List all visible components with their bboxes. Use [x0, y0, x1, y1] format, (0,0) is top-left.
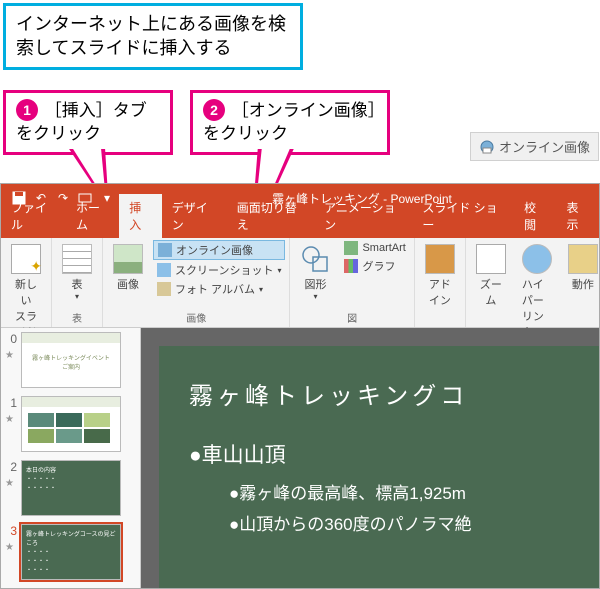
photo-album-label: フォト アルバム	[175, 281, 255, 297]
tab-slideshow[interactable]: スライド ショー	[412, 194, 514, 238]
globe-image-icon	[479, 139, 495, 155]
powerpoint-window: ↶ ↷ ▾ 霧ヶ峰トレッキング - PowerPoint ファイル ホーム 挿入…	[0, 183, 600, 589]
slide-title[interactable]: 霧ヶ峰トレッキングコ	[189, 376, 599, 411]
tab-transitions[interactable]: 画面切り替え	[227, 194, 314, 238]
pictures-icon	[113, 244, 143, 274]
thumbnail-row-2[interactable]: 2 ★ 本日の内容・・・・・・・・・・	[5, 460, 136, 516]
callout-2: 2 ［オンライン画像］をクリック	[190, 90, 390, 155]
tab-review[interactable]: 校閲	[514, 194, 556, 238]
tab-design[interactable]: デザイン	[162, 194, 227, 238]
screenshot-label: スクリーンショット	[175, 262, 273, 278]
smartart-button[interactable]: SmartArt	[340, 240, 409, 256]
smartart-icon	[344, 241, 358, 255]
tab-animations[interactable]: アニメーション	[314, 194, 412, 238]
chart-icon	[344, 259, 358, 273]
group-label-images: 画像	[107, 308, 285, 327]
new-slide-icon: ✦	[11, 244, 41, 274]
action-icon	[568, 244, 598, 274]
callout-1: 1 ［挿入］タブをクリック	[3, 90, 173, 155]
online-pictures-button[interactable]: オンライン画像	[153, 240, 285, 260]
zoom-button[interactable]: ズー ム	[470, 240, 512, 312]
thumb-anim-icon-3: ★	[5, 542, 17, 553]
callout-2-text: ［オンライン画像］をクリック	[203, 101, 376, 143]
group-label-illustrations: 図	[294, 308, 409, 327]
thumb-index-3: 3	[5, 524, 17, 538]
online-pictures-label: オンライン画像	[176, 242, 253, 258]
online-image-hint-label: オンライン画像	[499, 137, 590, 156]
shapes-button[interactable]: 図形 ▾	[294, 240, 336, 305]
ribbon: ✦ 新しい スライド スライド 表 ▾ 表 画像	[1, 238, 599, 328]
thumb-anim-icon-2: ★	[5, 478, 17, 489]
table-button[interactable]: 表 ▾	[56, 240, 98, 305]
ribbon-group-illustrations: 図形 ▾ SmartArt グラフ 図	[290, 238, 414, 327]
table-label: 表	[72, 276, 83, 292]
editor-area: 0 ★ 霧ヶ峰トレッキングイベントご案内 1 ★	[1, 328, 599, 588]
ribbon-tabs: ファイル ホーム 挿入 デザイン 画面切り替え アニメーション スライド ショー…	[1, 212, 599, 238]
thumb-index-1: 1	[5, 396, 17, 410]
slide-current[interactable]: 霧ヶ峰トレッキングコ ●車山山頂 ●霧ヶ峰の最高峰、標高1,925m ●山頂から…	[159, 346, 599, 588]
screenshot-icon	[157, 263, 171, 277]
addins-label: アド イン	[429, 276, 451, 308]
hyperlink-icon	[522, 244, 552, 274]
smartart-label: SmartArt	[362, 242, 405, 254]
action-label: 動作	[572, 276, 594, 292]
screenshot-button[interactable]: スクリーンショット ▾	[153, 261, 285, 279]
instruction-tip: インターネット上にある画像を検索してスライドに挿入する	[3, 3, 303, 70]
thumb-index-2: 2	[5, 460, 17, 474]
table-icon	[62, 244, 92, 274]
thumbnail-row-0[interactable]: 0 ★ 霧ヶ峰トレッキングイベントご案内	[5, 332, 136, 388]
tab-home[interactable]: ホーム	[66, 194, 119, 238]
thumb-anim-icon-1: ★	[5, 414, 17, 425]
slide-canvas-area[interactable]: 霧ヶ峰トレッキングコ ●車山山頂 ●霧ヶ峰の最高峰、標高1,925m ●山頂から…	[141, 328, 599, 588]
addins-button[interactable]: アド イン	[419, 240, 461, 312]
thumbnail-row-3[interactable]: 3 ★ 霧ヶ峰トレッキングコースの見どころ・・・・・・・・・・・・	[5, 524, 136, 580]
shapes-label: 図形	[304, 276, 326, 292]
online-image-hint-button: オンライン画像	[470, 132, 599, 161]
action-button[interactable]: 動作	[562, 240, 600, 296]
ribbon-group-images: 画像 オンライン画像 スクリーンショット ▾ フォト アルバム	[103, 238, 290, 327]
thumbnail-3[interactable]: 霧ヶ峰トレッキングコースの見どころ・・・・・・・・・・・・	[21, 524, 121, 580]
group-label-addins	[419, 312, 461, 327]
zoom-label: ズー ム	[480, 276, 502, 308]
tab-insert[interactable]: 挿入	[119, 194, 161, 238]
thumb-index-0: 0	[5, 332, 17, 346]
callout-1-number: 1	[16, 99, 38, 121]
instruction-tip-text: インターネット上にある画像を検索してスライドに挿入する	[16, 14, 286, 58]
slide-bullet-1[interactable]: ●車山山頂	[189, 439, 599, 469]
table-dropdown-icon: ▾	[75, 292, 79, 301]
zoom-icon	[476, 244, 506, 274]
chart-button[interactable]: グラフ	[340, 257, 409, 275]
slide-bullet-2a[interactable]: ●霧ヶ峰の最高峰、標高1,925m	[229, 479, 599, 504]
pictures-label: 画像	[117, 276, 139, 292]
ribbon-group-links: ズー ム ハイパーリンク 動作 リンク	[466, 238, 600, 327]
addins-icon	[425, 244, 455, 274]
photo-album-button[interactable]: フォト アルバム ▾	[153, 280, 285, 298]
tab-file[interactable]: ファイル	[1, 194, 66, 238]
slide-bullet-2b[interactable]: ●山頂からの360度のパノラマ絶	[229, 510, 599, 535]
photo-album-dropdown-icon: ▾	[259, 285, 263, 294]
chart-label: グラフ	[362, 258, 395, 274]
photo-album-icon	[157, 282, 171, 296]
ribbon-group-slides: ✦ 新しい スライド スライド	[1, 238, 52, 327]
shapes-dropdown-icon: ▾	[313, 292, 317, 301]
screenshot-dropdown-icon: ▾	[277, 266, 281, 275]
thumbnail-row-1[interactable]: 1 ★	[5, 396, 136, 452]
thumbnail-0[interactable]: 霧ヶ峰トレッキングイベントご案内	[21, 332, 121, 388]
pictures-button[interactable]: 画像	[107, 240, 149, 296]
group-label-tables: 表	[56, 308, 98, 327]
thumb-anim-icon-0: ★	[5, 350, 17, 361]
callout-2-number: 2	[203, 99, 225, 121]
slide-thumbnails-panel[interactable]: 0 ★ 霧ヶ峰トレッキングイベントご案内 1 ★	[1, 328, 141, 588]
shapes-icon	[300, 244, 330, 274]
thumbnail-2[interactable]: 本日の内容・・・・・・・・・・	[21, 460, 121, 516]
ribbon-group-addins: アド イン	[415, 238, 466, 327]
thumbnail-1[interactable]	[21, 396, 121, 452]
ribbon-group-tables: 表 ▾ 表	[52, 238, 103, 327]
tab-view[interactable]: 表示	[557, 194, 599, 238]
online-pictures-icon	[158, 243, 172, 257]
